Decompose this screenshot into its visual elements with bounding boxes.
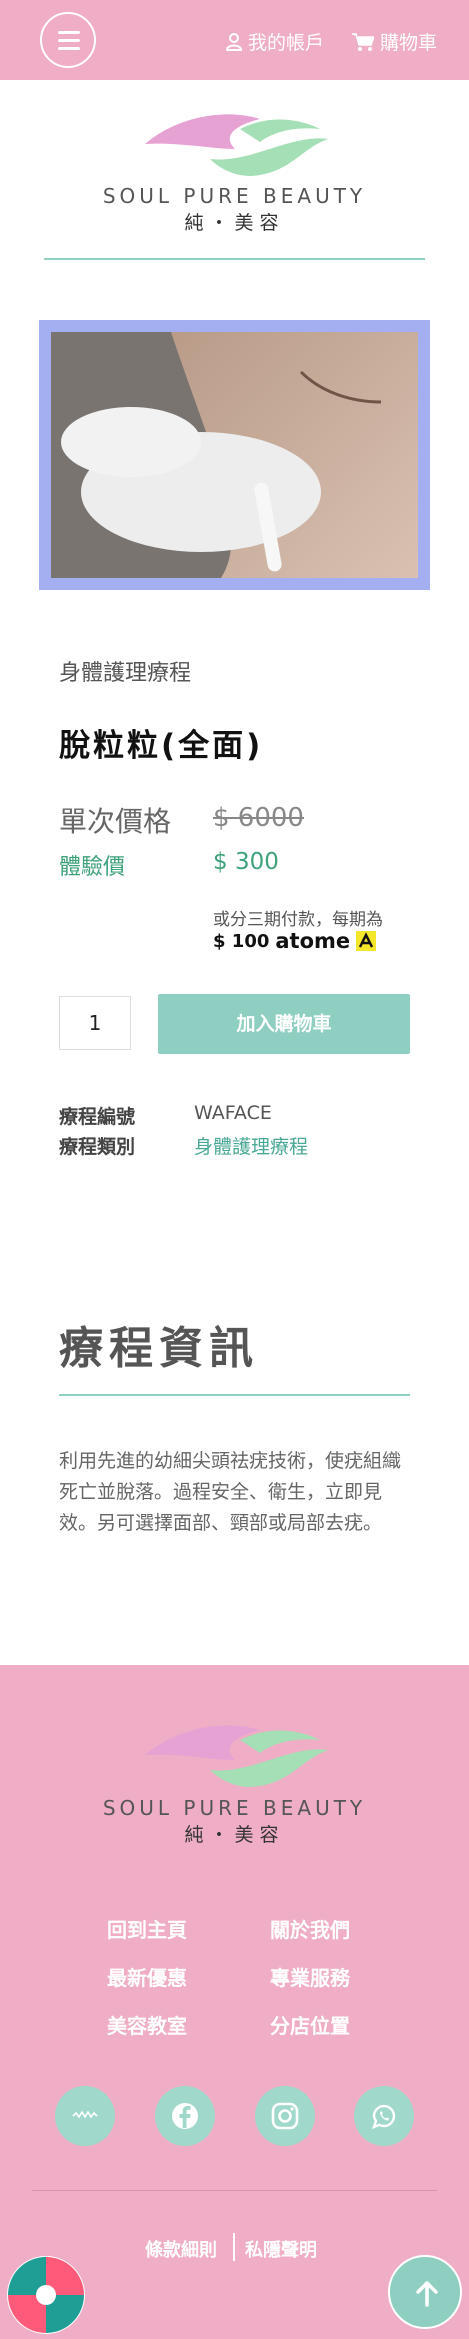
back-to-top-button[interactable] [388,2255,462,2329]
footer-link-classroom[interactable]: 美容教室 [107,2010,187,2039]
product-category: 身體護理療程 [59,661,192,686]
legal-separator [233,2233,235,2261]
menu-icon [58,31,80,34]
footer-link-locations[interactable]: 分店位置 [270,2010,350,2039]
arrow-up-icon [416,2281,438,2307]
instagram-button[interactable] [255,2086,315,2146]
brand-logo[interactable] [140,104,330,184]
hkwk-icon [72,2110,98,2119]
trial-price-label: 體驗價 [59,855,126,880]
cart-label: 購物車 [380,32,438,54]
installment-amount: $ 100 [213,930,270,952]
brand-logo-mark [145,114,328,176]
product-image-frame [39,320,430,590]
product-image [51,332,418,578]
instagram-icon [271,2102,299,2130]
code-label: 療程編號 [59,1106,136,1128]
top-bar: 我的帳戶 購物車 [0,0,469,80]
footer-link-offers[interactable]: 最新優惠 [107,1962,187,1991]
add-to-cart-button[interactable]: 加入購物車 [158,994,410,1054]
footer-link-services[interactable]: 專業服務 [270,1962,350,1991]
footer-divider [32,2190,437,2191]
single-price-label: 單次價格 [59,805,172,838]
facebook-button[interactable] [155,2086,215,2146]
whatsapp-icon [372,2104,396,2130]
single-price: $ 6000 [213,803,304,833]
menu-icon-bar [58,39,80,42]
installment-text: 或分三期付款，每期為 [213,910,383,930]
footer-logo-mark [145,1725,328,1787]
footer-brand-zh: 純・美容 [184,1824,285,1846]
info-description: 利用先進的幼細尖頭祛疣技術，使疣組織死亡並脫落。過程安全、衛生，立即見效。另可選… [59,1450,402,1534]
code-value: WAFACE [194,1102,272,1124]
info-divider [59,1394,410,1396]
terms-link[interactable]: 條款細則 [145,2236,217,2262]
hkwk-button[interactable] [55,2086,115,2146]
type-label: 療程類別 [59,1136,136,1158]
menu-button[interactable] [40,12,96,68]
brand-name-en: SOUL PURE BEAUTY [102,184,367,208]
product-title: 脫粒粒(全面) [59,728,264,764]
account-label: 我的帳戶 [248,32,325,54]
cart-link[interactable]: 購物車 [352,28,437,55]
trial-price: $ 300 [213,849,279,875]
atome-logo: atome [275,929,351,953]
header-divider [44,258,425,260]
footer-link-home[interactable]: 回到主頁 [107,1914,187,1943]
footer-brand-en: SOUL PURE BEAUTY [102,1796,367,1820]
info-title: 療程資訊 [59,1323,259,1374]
type-link[interactable]: 身體護理療程 [194,1132,308,1159]
footer-logo[interactable] [140,1715,330,1795]
quantity-input[interactable]: 1 [59,996,131,1050]
brand-name-zh: 純・美容 [184,212,285,234]
whatsapp-button[interactable] [354,2086,414,2146]
cart-icon [352,32,374,51]
facebook-icon [172,2103,198,2129]
privacy-link[interactable]: 私隱聲明 [245,2236,317,2262]
footer-link-about[interactable]: 關於我們 [270,1914,350,1943]
atome-installment[interactable]: $ 100 atome [213,929,377,953]
account-link[interactable]: 我的帳戶 [226,28,324,55]
lucky-wheel-icon [7,2256,85,2334]
atome-badge-icon [356,931,377,951]
lucky-wheel-widget[interactable] [6,2255,86,2335]
menu-icon-bar [58,47,80,50]
user-icon [226,32,242,51]
